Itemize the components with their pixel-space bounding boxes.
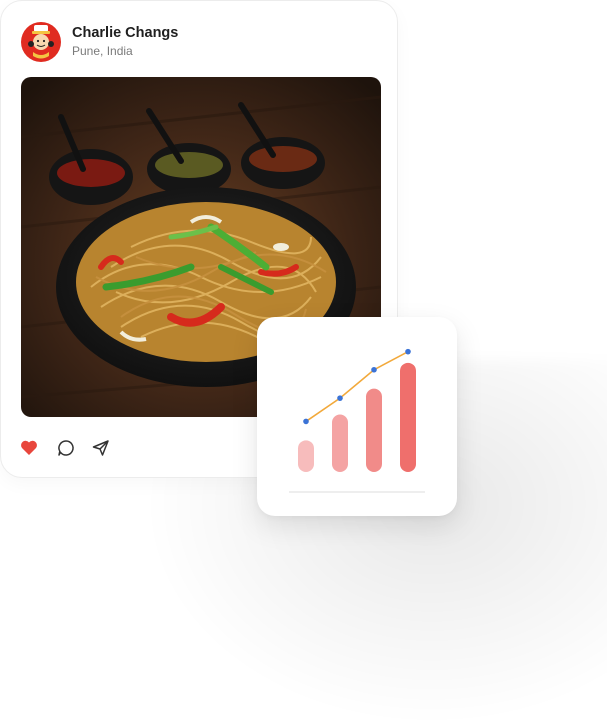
growth-chart-card <box>257 317 457 516</box>
heart-icon[interactable] <box>19 438 39 458</box>
chef-mascot-icon[interactable] <box>21 22 61 62</box>
chart-bar <box>332 414 348 472</box>
post-location: Pune, India <box>72 44 133 58</box>
trend-point <box>405 348 411 355</box>
bar-line-chart <box>289 348 425 493</box>
comment-bubble-icon[interactable] <box>56 438 76 458</box>
trend-point <box>371 366 377 373</box>
chart-bar <box>400 362 416 472</box>
post-username[interactable]: Charlie Changs <box>72 25 178 41</box>
chart-bar <box>366 388 382 472</box>
chart-bar <box>298 440 314 472</box>
paper-plane-icon[interactable] <box>91 438 111 458</box>
trend-line <box>305 350 409 423</box>
trend-point <box>337 395 343 401</box>
trend-point <box>303 418 309 425</box>
